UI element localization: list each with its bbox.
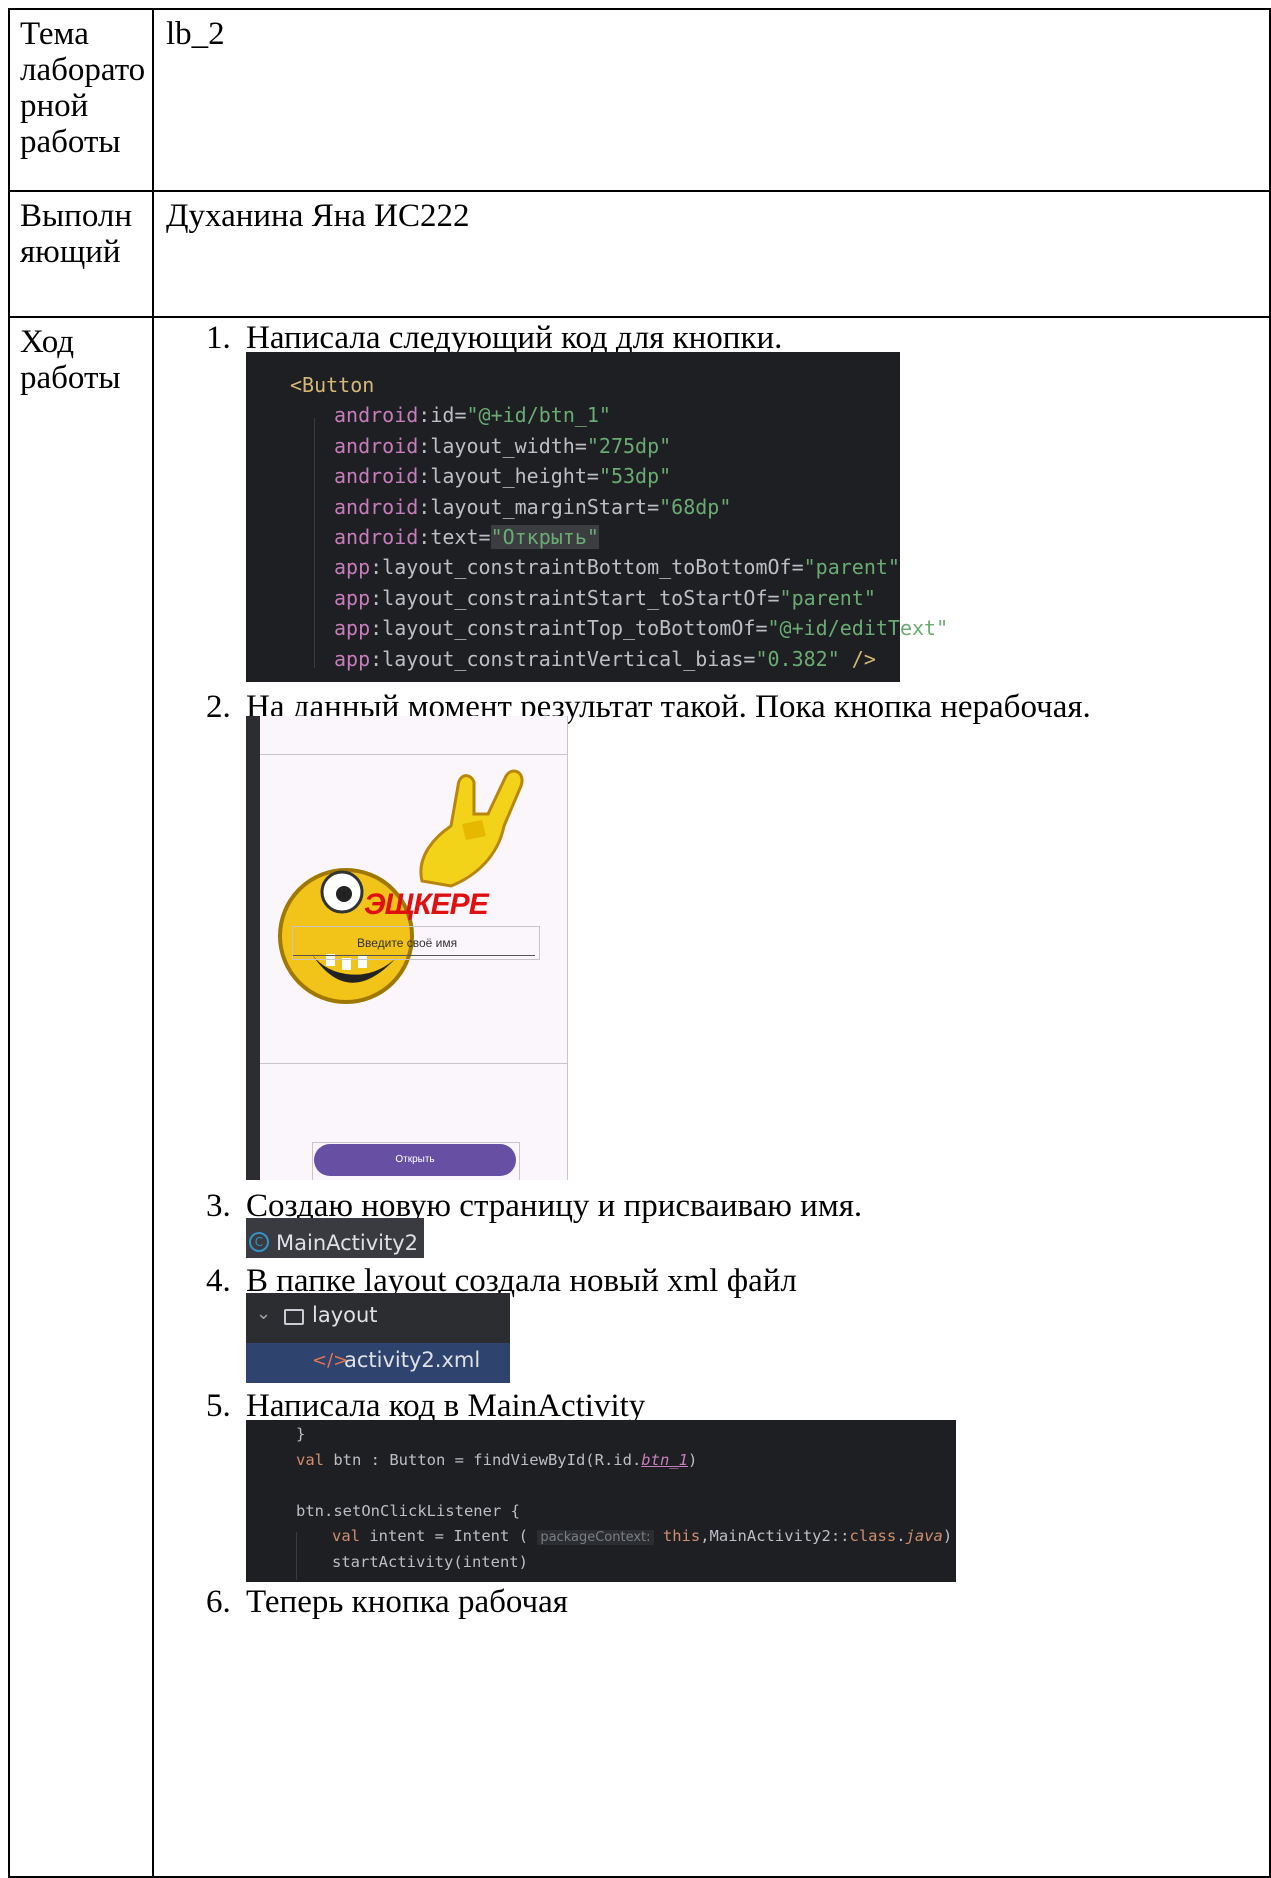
folder-icon [284, 1309, 304, 1325]
open-button[interactable]: Открыть [314, 1144, 516, 1176]
app-title-text: ЭЩКЕРЕ [364, 888, 489, 921]
edit-hint: Введите своё имя [357, 936, 458, 950]
app-preview-screenshot: ЭЩКЕРЕ Введите своё имя Открыть [246, 716, 568, 1180]
step-number: 3. [206, 1188, 231, 1224]
lab-report-table: Тема лаборато рной работы lb_2 Выполн яю… [8, 8, 1271, 1878]
tree-file-row[interactable]: </> activity2.xml [246, 1343, 510, 1383]
step-6: 6. Теперь кнопка рабочая [206, 1584, 568, 1620]
topic-label: Тема лаборато рной работы [20, 16, 146, 160]
class-icon: C [249, 1232, 269, 1252]
indent-guide [296, 1532, 297, 1580]
step-text: Написала код в MainActivity [246, 1388, 646, 1424]
code-line: android:layout_height="53dp" [334, 464, 672, 489]
code-line: android:text="Открыть" [334, 524, 599, 549]
step-number: 2. [206, 689, 231, 725]
topic-row: Тема лаборато рной работы lb_2 [8, 8, 1271, 192]
code-line: val btn : Button = findViewById(R.id.btn… [296, 1450, 698, 1469]
code-line: android:layout_marginStart="68dp" [334, 494, 732, 519]
progress-row: Ход работы 1. Написала следующий код для … [8, 316, 1271, 1878]
mainactivity-code-screenshot: } val btn : Button = findViewById(R.id.b… [246, 1420, 956, 1582]
class-file-chip: C MainActivity2 [246, 1218, 424, 1258]
edit-underline [293, 955, 535, 956]
xml-file-icon: </> [312, 1350, 349, 1371]
step-number: 4. [206, 1263, 231, 1299]
xml-tag: <Button [290, 373, 375, 397]
code-line: app:layout_constraintTop_toBottomOf="@+i… [334, 616, 949, 641]
step-number: 5. [206, 1388, 231, 1424]
step-text: Теперь кнопка рабочая [246, 1584, 568, 1620]
chevron-down-icon: ⌄ [256, 1303, 272, 1324]
step-text: Написала следующий код для кнопки. [246, 320, 783, 356]
step-number: 1. [206, 320, 231, 356]
code-line: val intent = Intent ( packageContext: th… [332, 1527, 953, 1545]
folder-name: layout [312, 1303, 378, 1327]
step-1: 1. Написала следующий код для кнопки. [206, 320, 782, 356]
author-value: Духанина Яна ИС222 [166, 198, 470, 234]
code-line: android:id="@+id/btn_1" [334, 403, 611, 428]
file-name: activity2.xml [344, 1348, 481, 1372]
work-cell: 1. Написала следующий код для кнопки. <Bu… [152, 316, 1271, 1878]
rock-hand-icon [419, 769, 524, 888]
class-name: MainActivity2 [276, 1231, 419, 1255]
topic-value: lb_2 [166, 16, 225, 52]
code-line: app:layout_constraintStart_toStartOf="pa… [334, 585, 876, 610]
step-5: 5. Написала код в MainActivity [206, 1388, 645, 1424]
progress-label: Ход работы [20, 324, 121, 396]
parameter-hint: packageContext: [537, 1530, 654, 1545]
code-line: btn.setOnClickListener { [296, 1501, 520, 1520]
name-edit-field[interactable]: Введите своё имя [292, 926, 540, 960]
code-line: app:layout_constraintBottom_toBottomOf="… [334, 555, 900, 580]
button-xml-code-screenshot: <Button android:id="@+id/btn_1" android:… [246, 352, 949, 682]
code-line: startActivity(intent) [332, 1552, 528, 1571]
author-row: Выполн яющий Духанина Яна ИС222 [8, 190, 1271, 318]
tree-folder-row[interactable]: ⌄ layout [246, 1293, 510, 1343]
step-number: 6. [206, 1584, 231, 1620]
code-line: android:layout_width="275dp" [334, 433, 672, 458]
code-line: app:layout_constraintVertical_bias="0.38… [334, 646, 876, 671]
indent-guide [314, 418, 315, 668]
code-line: } [296, 1425, 306, 1443]
author-label: Выполн яющий [20, 198, 133, 270]
project-tree-screenshot: ⌄ layout </> activity2.xml [246, 1293, 510, 1383]
